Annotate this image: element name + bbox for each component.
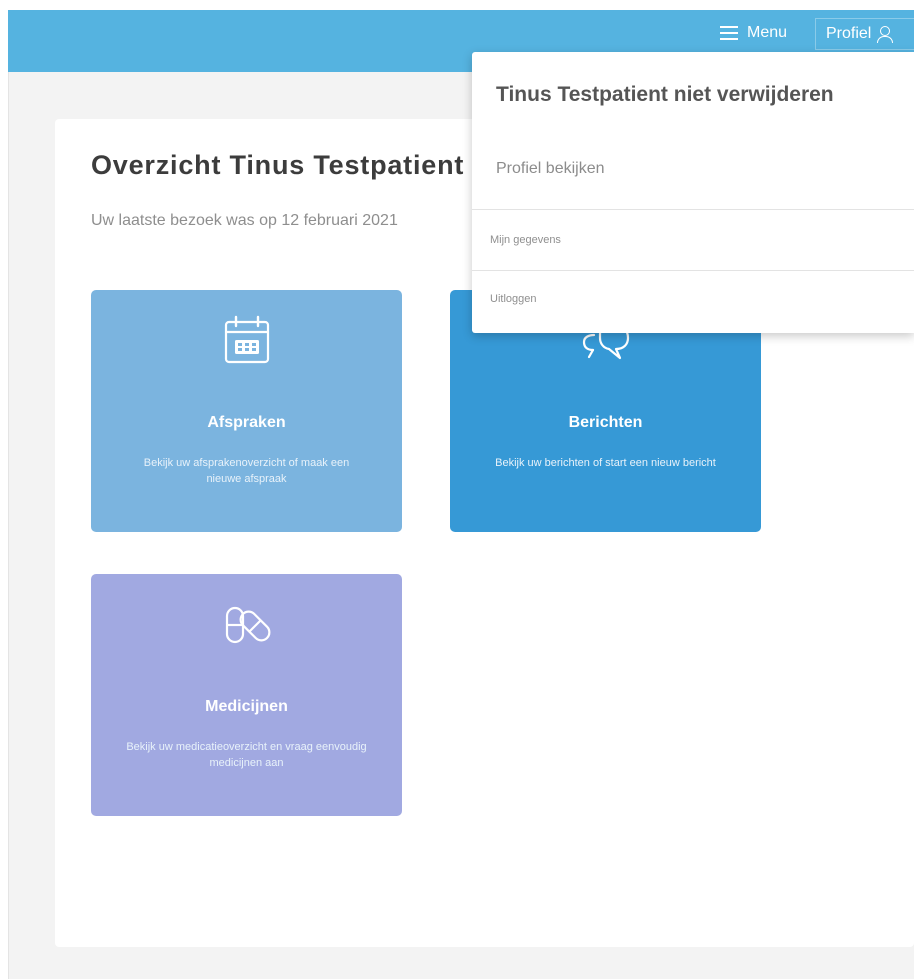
divider xyxy=(472,270,914,271)
dropdown-user-name: Tinus Testpatient niet verwijderen xyxy=(496,83,834,106)
menu-item-uitloggen[interactable]: Uitloggen xyxy=(490,293,536,305)
medicijnen-tile[interactable]: Medicijnen Bekijk uw medicatieoverzicht … xyxy=(91,574,402,816)
last-visit-text: Uw laatste bezoek was op 12 februari 202… xyxy=(91,212,398,229)
menu-item-mijn-gegevens[interactable]: Mijn gegevens xyxy=(490,234,561,246)
calendar-icon xyxy=(224,315,269,364)
tile-description: Bekijk uw berichten of start een nieuw b… xyxy=(495,457,716,469)
profile-dropdown: Tinus Testpatient niet verwijderen Profi… xyxy=(472,52,914,333)
tile-title: Medicijnen xyxy=(205,698,288,715)
view-profile-link[interactable]: Profiel bekijken xyxy=(496,160,605,178)
tile-title: Berichten xyxy=(568,414,643,431)
pills-icon xyxy=(225,606,270,644)
afspraken-tile[interactable]: Afspraken Bekijk uw afsprakenoverzicht o… xyxy=(91,290,402,532)
divider xyxy=(472,209,914,210)
user-icon xyxy=(877,26,894,43)
tile-description: Bekijk uw afsprakenoverzicht of maak een… xyxy=(143,457,350,485)
menu-button-label: Menu xyxy=(747,24,788,41)
menu-button[interactable]: Menu xyxy=(720,22,787,44)
hamburger-icon xyxy=(720,26,738,40)
tile-title: Afspraken xyxy=(207,414,286,431)
profile-button-label: Profiel xyxy=(826,25,872,42)
tile-description: Bekijk uw medicatieoverzicht en vraag ee… xyxy=(126,741,367,769)
profile-button[interactable]: Profiel xyxy=(815,18,914,50)
